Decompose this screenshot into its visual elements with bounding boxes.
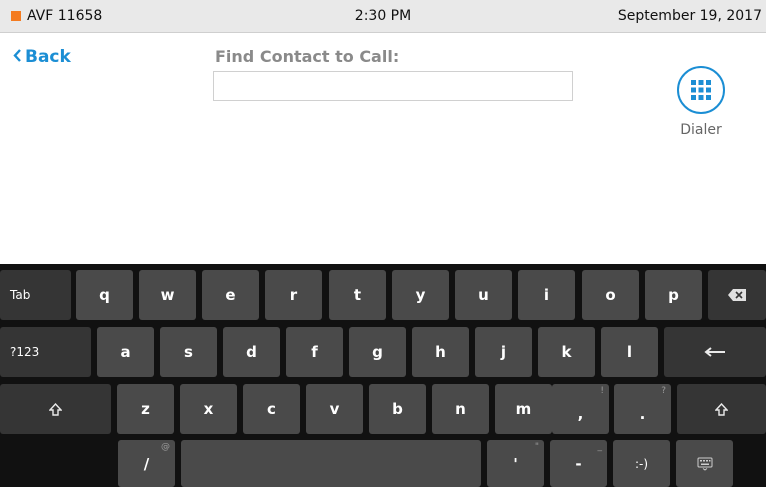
dialer-label: Dialer xyxy=(680,122,722,138)
key-b[interactable]: b xyxy=(369,384,426,434)
key-p[interactable]: p xyxy=(645,270,702,320)
dash-label: - xyxy=(575,454,582,473)
key-r[interactable]: r xyxy=(265,270,322,320)
period-label: . xyxy=(639,405,646,423)
key-x[interactable]: x xyxy=(180,384,237,434)
key-l[interactable]: l xyxy=(601,327,658,377)
key-u[interactable]: u xyxy=(455,270,512,320)
chevron-left-icon xyxy=(13,47,22,67)
key-c[interactable]: c xyxy=(243,384,300,434)
key-period[interactable]: . ? xyxy=(614,384,671,434)
tab-key-label: Tab xyxy=(10,288,31,302)
key-n[interactable]: n xyxy=(432,384,489,434)
key-y[interactable]: y xyxy=(392,270,449,320)
on-screen-keyboard: Tab q w e r t y u i o p ?123 a s d f g h… xyxy=(0,264,766,487)
key-d[interactable]: d xyxy=(223,327,280,377)
key-w[interactable]: w xyxy=(139,270,196,320)
key-g[interactable]: g xyxy=(349,327,406,377)
keyboard-hide-icon xyxy=(697,457,712,471)
key-a[interactable]: a xyxy=(97,327,154,377)
key-k[interactable]: k xyxy=(538,327,595,377)
comma-hint: ! xyxy=(600,386,604,396)
shift-key-right[interactable] xyxy=(677,384,766,434)
back-button[interactable]: Back xyxy=(13,47,71,67)
key-s[interactable]: s xyxy=(160,327,217,377)
symbols-key-label: ?123 xyxy=(10,345,40,359)
contact-search-input[interactable] xyxy=(213,71,573,101)
key-h[interactable]: h xyxy=(412,327,469,377)
key-q[interactable]: q xyxy=(76,270,133,320)
apostrophe-hint: " xyxy=(534,442,539,452)
key-t[interactable]: t xyxy=(329,270,386,320)
key-v[interactable]: v xyxy=(306,384,363,434)
enter-icon xyxy=(704,347,725,357)
slash-label: / xyxy=(143,454,150,473)
enter-key[interactable] xyxy=(664,327,766,377)
dialer-button[interactable] xyxy=(677,66,725,114)
period-hint: ? xyxy=(661,386,666,396)
tab-key[interactable]: Tab xyxy=(0,270,71,320)
status-date: September 19, 2017 xyxy=(617,8,762,24)
keypad-grid-icon xyxy=(691,80,711,100)
comma-label: , xyxy=(577,405,584,423)
status-bar: AVF 11658 2:30 PM September 19, 2017 xyxy=(0,0,766,33)
dash-hint: _ xyxy=(597,442,603,452)
apostrophe-label: ' xyxy=(513,454,518,473)
symbols-key[interactable]: ?123 xyxy=(0,327,91,377)
smiley-key[interactable]: :-) xyxy=(613,440,670,487)
key-comma[interactable]: , ! xyxy=(552,384,609,434)
backspace-key[interactable] xyxy=(708,270,766,320)
space-bar[interactable] xyxy=(181,440,481,487)
back-label: Back xyxy=(25,47,71,67)
key-apostrophe[interactable]: ' " xyxy=(487,440,544,487)
shift-key-left[interactable] xyxy=(0,384,111,434)
key-o[interactable]: o xyxy=(582,270,639,320)
hide-keyboard-key[interactable] xyxy=(676,440,733,487)
backspace-icon xyxy=(728,289,746,301)
key-m[interactable]: m xyxy=(495,384,552,434)
shift-icon xyxy=(49,402,62,416)
key-slash[interactable]: / @ xyxy=(118,440,175,487)
slash-hint: @ xyxy=(161,442,170,452)
key-dash[interactable]: - _ xyxy=(550,440,607,487)
shift-icon xyxy=(715,402,728,416)
key-j[interactable]: j xyxy=(475,327,532,377)
key-f[interactable]: f xyxy=(286,327,343,377)
key-z[interactable]: z xyxy=(117,384,174,434)
key-e[interactable]: e xyxy=(202,270,259,320)
key-i[interactable]: i xyxy=(518,270,575,320)
find-contact-label: Find Contact to Call: xyxy=(215,47,400,66)
